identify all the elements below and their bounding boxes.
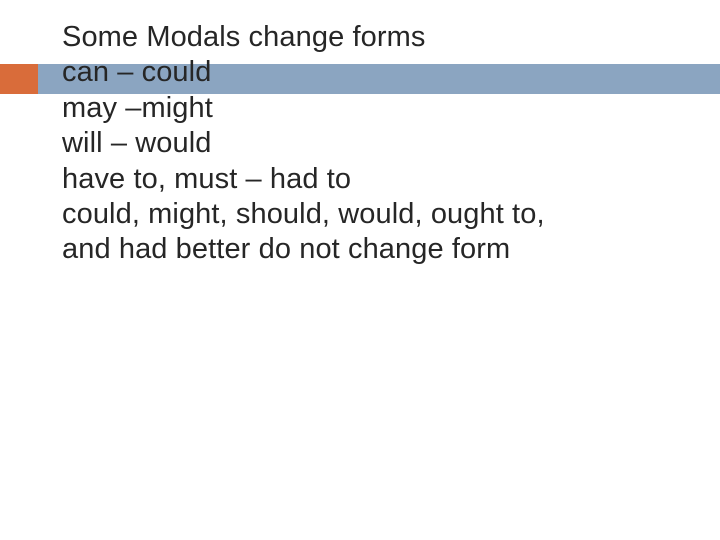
slide-text: Some Modals change forms can – could may…: [62, 20, 680, 268]
slide: Some Modals change forms can – could may…: [0, 0, 720, 540]
text-line: and had better do not change form: [62, 232, 680, 267]
text-line: may –might: [62, 91, 680, 126]
text-line: Some Modals change forms: [62, 20, 680, 55]
text-line: can – could: [62, 55, 680, 90]
text-line: have to, must – had to: [62, 162, 680, 197]
text-line: will – would: [62, 126, 680, 161]
accent-tab: [0, 64, 38, 94]
text-line: could, might, should, would, ought to,: [62, 197, 680, 232]
